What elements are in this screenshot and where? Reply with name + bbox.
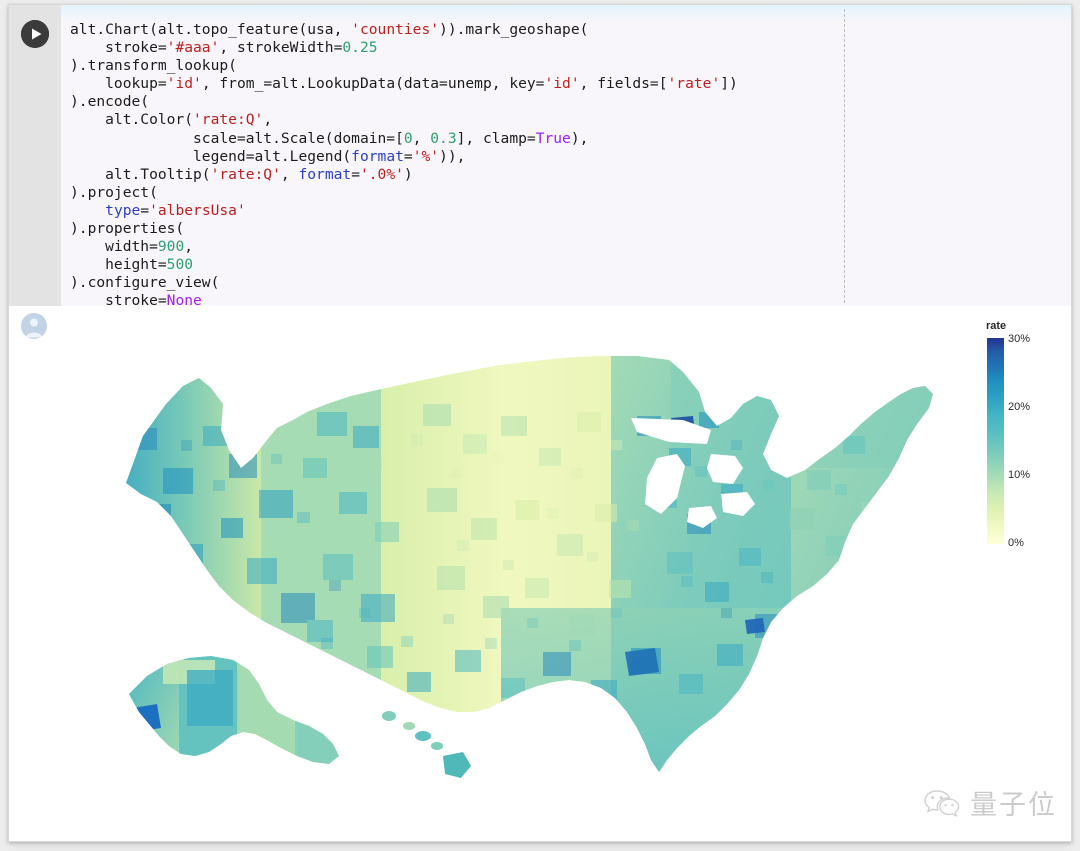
map-hawaii-inset [382,711,471,778]
play-icon[interactable] [21,20,49,48]
output-gutter [9,306,61,841]
user-avatar-icon [21,313,47,339]
color-legend: rate 30% 20% 10% 0% [986,320,1071,570]
code-cell[interactable]: alt.Chart(alt.topo_feature(usa, 'countie… [9,5,1071,306]
legend-tick-20: 20% [1008,401,1031,413]
code-source[interactable]: alt.Chart(alt.topo_feature(usa, 'countie… [61,5,1071,306]
usa-county-choropleth-map [126,356,933,778]
output-cell: rate 30% 20% 10% 0% 量子位 [9,306,1071,841]
code-cell-gutter [9,5,61,306]
map-lower48 [126,356,933,772]
map-alaska-inset [129,656,339,764]
legend-tick-0: 0% [1008,537,1024,549]
legend-title: rate [986,320,1007,332]
legend-tick-10: 10% [1008,469,1031,481]
legend-tick-30: 30% [1008,333,1031,345]
altair-chart-output: rate 30% 20% 10% 0% 量子位 [61,306,1071,841]
screenshot-root: alt.Chart(alt.topo_feature(usa, 'countie… [0,0,1080,851]
notebook-card: alt.Chart(alt.topo_feature(usa, 'countie… [8,4,1072,842]
legend-gradient-bar [987,338,1004,544]
code-editor[interactable]: alt.Chart(alt.topo_feature(usa, 'countie… [61,5,1071,306]
